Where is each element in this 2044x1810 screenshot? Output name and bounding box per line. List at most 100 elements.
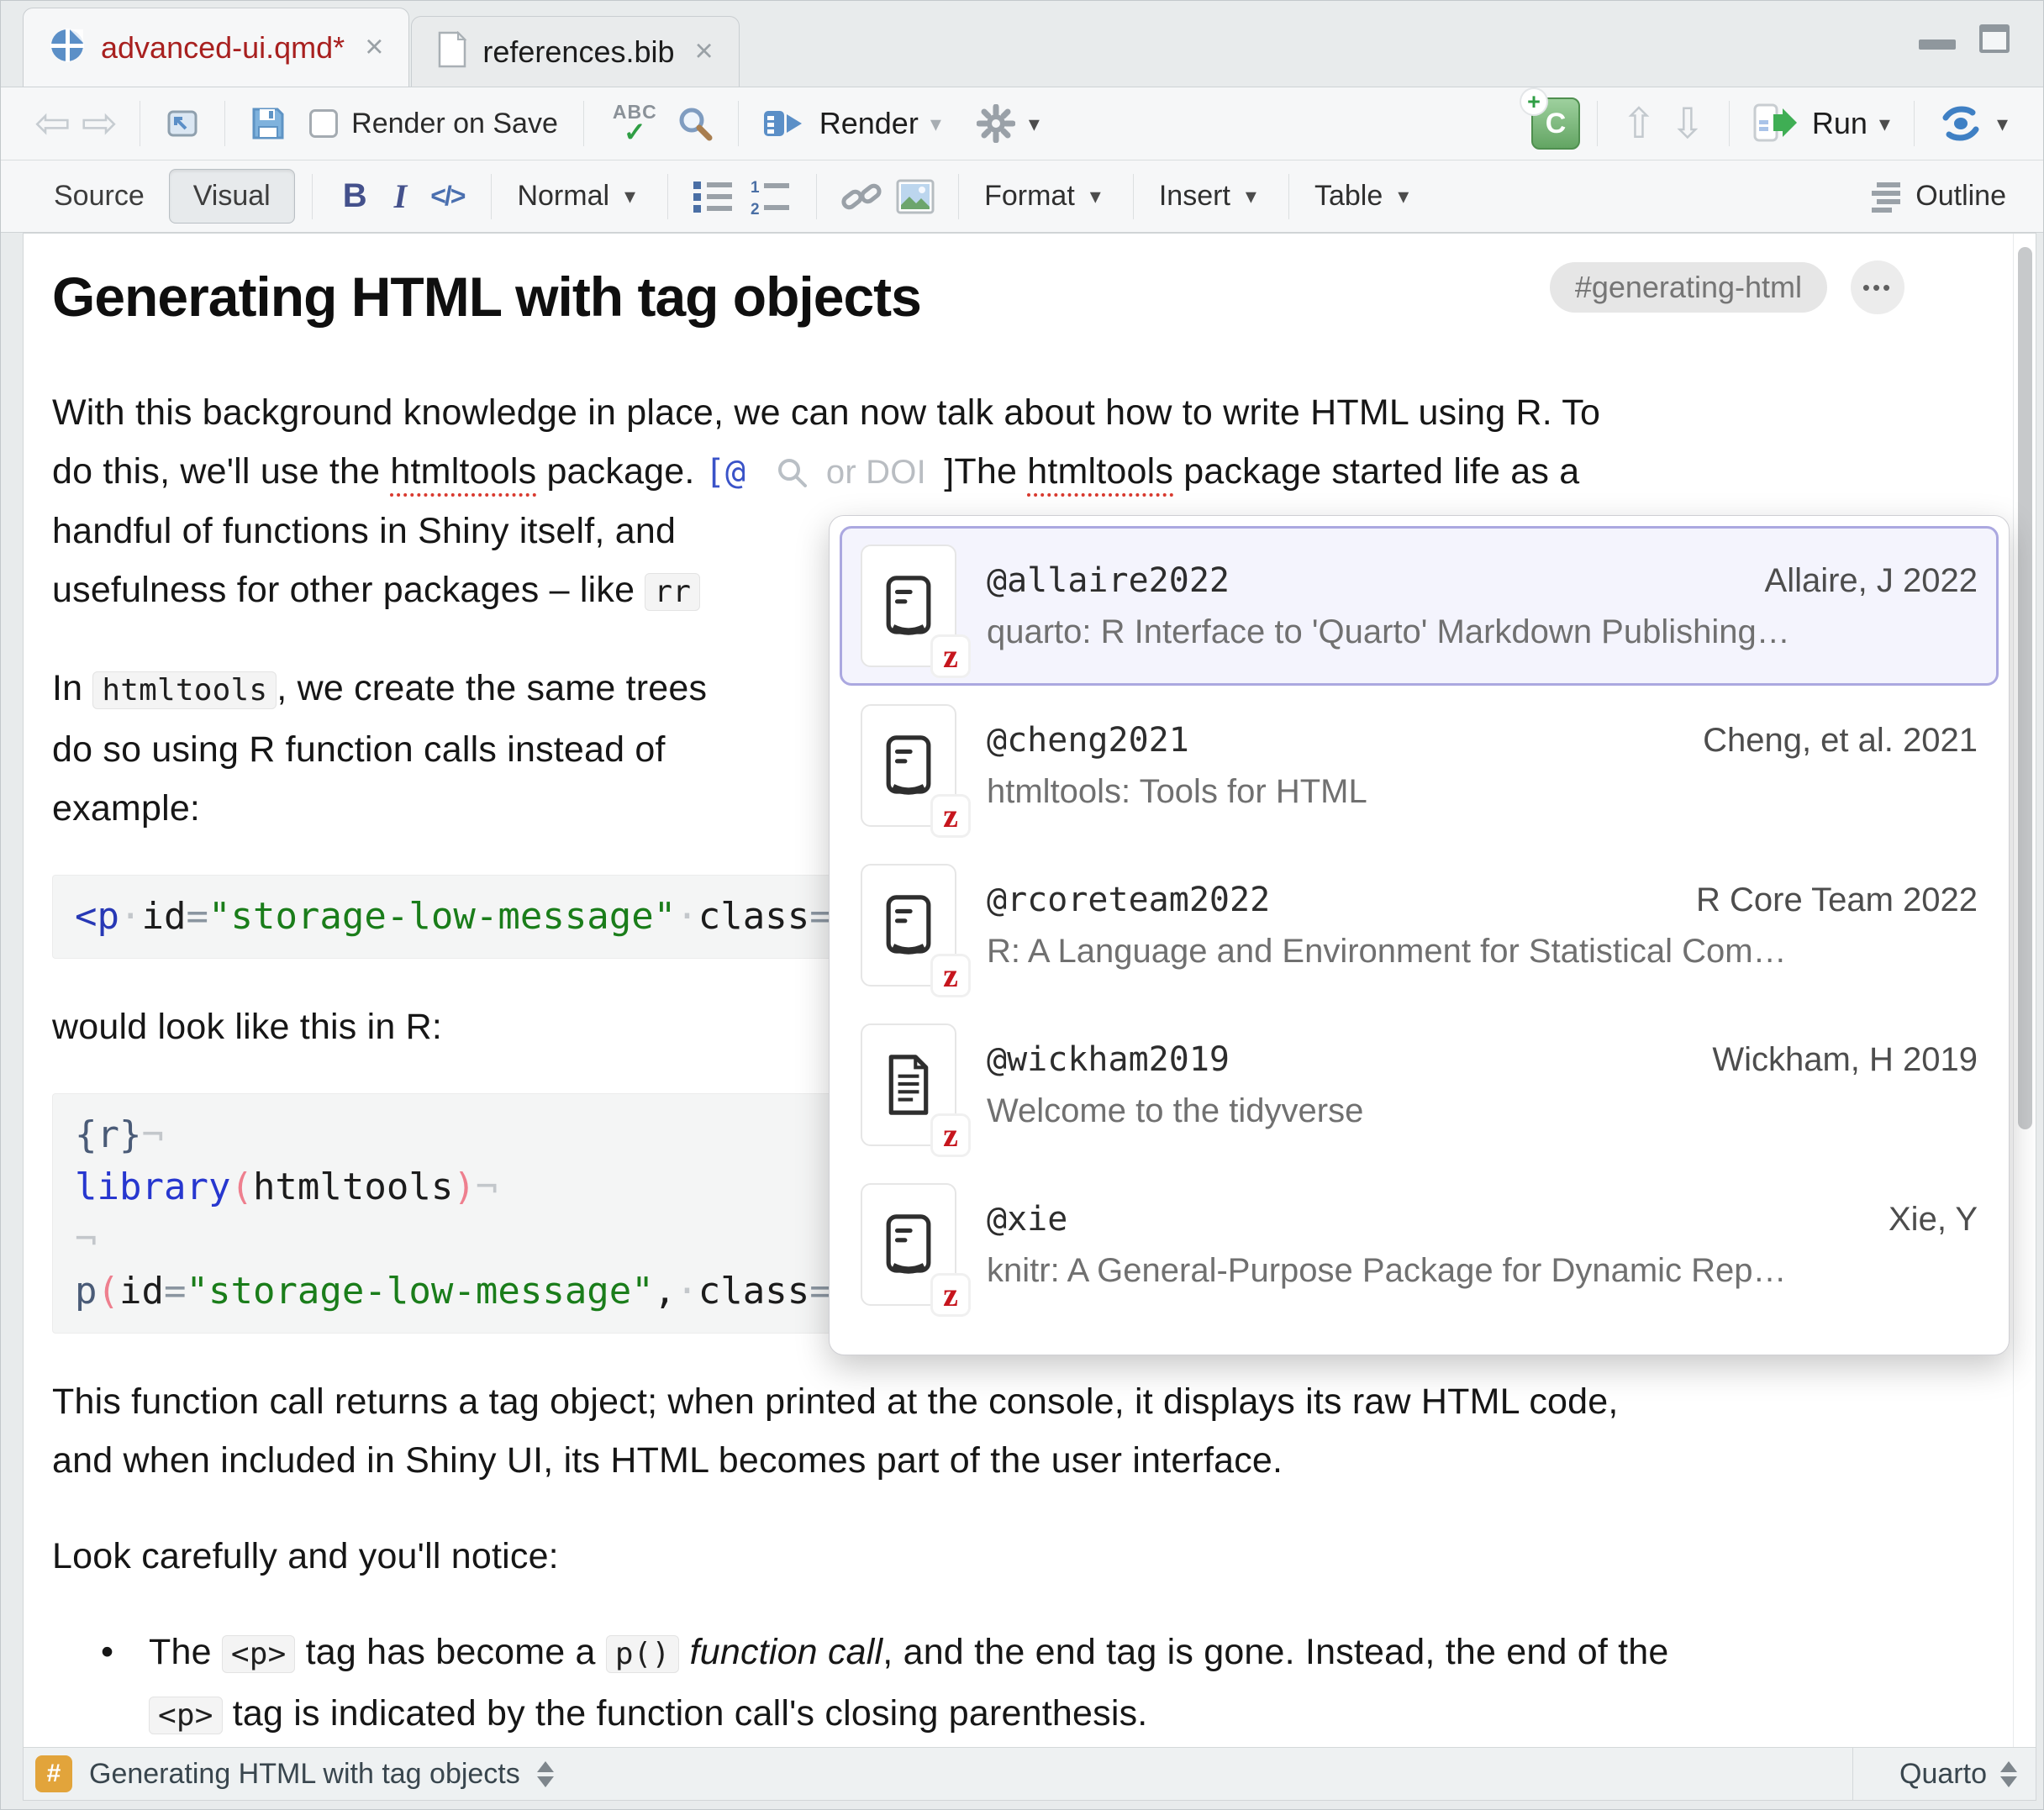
previous-chunk-icon[interactable]: ⇧: [1615, 103, 1663, 145]
next-chunk-icon[interactable]: ⇩: [1663, 103, 1712, 145]
section-navigation-selector[interactable]: # Generating HTML with tag objects: [24, 1748, 1852, 1800]
editor-status-bar: # Generating HTML with tag objects Quart…: [24, 1747, 2036, 1800]
forward-icon[interactable]: ⇨: [76, 102, 124, 145]
gear-icon[interactable]: [970, 104, 1022, 143]
text-segment: usefulness for other packages – like: [52, 570, 645, 610]
bullet-icon: •: [101, 1623, 113, 1681]
paragraph: Look carefully and you'll notice:: [52, 1527, 2002, 1586]
render-icon[interactable]: [756, 105, 814, 142]
citation-item[interactable]: z@wickham2019Wickham, H 2019Welcome to t…: [840, 1005, 1999, 1165]
rerun-options-caret-icon[interactable]: ▾: [1997, 111, 2008, 137]
emphasis-text: function call: [690, 1632, 883, 1672]
run-button[interactable]: Run: [1812, 106, 1868, 141]
text-segment: example:: [52, 788, 200, 829]
text-segment: do so using R function calls instead of: [52, 729, 666, 770]
text-line: With this background knowledge in place,…: [52, 383, 2002, 442]
check-icon: ✓: [624, 118, 646, 145]
image-icon[interactable]: [889, 179, 941, 214]
code-format-button[interactable]: </>: [420, 181, 474, 212]
citation-text: @cheng2021Cheng, et al. 2021htmltools: T…: [987, 721, 1978, 811]
spellcheck-icon[interactable]: ABC ✓: [613, 103, 657, 145]
format-menu[interactable]: Format ▾: [976, 180, 1116, 213]
text-segment: ·: [676, 1270, 698, 1313]
zotero-badge-icon: z: [933, 956, 968, 995]
separator: [1914, 101, 1915, 146]
vertical-scrollbar[interactable]: [2018, 247, 2032, 1129]
maximize-pane-icon[interactable]: [1979, 24, 2010, 53]
text-segment: With this background knowledge in place,…: [52, 392, 1600, 433]
bullet-list-icon[interactable]: [685, 178, 742, 215]
checkbox-box[interactable]: [309, 109, 338, 138]
minimize-pane-icon[interactable]: [1919, 39, 1956, 50]
visual-editor-content[interactable]: Generating HTML with tag objects #genera…: [24, 234, 2036, 1747]
visual-mode-button[interactable]: Visual: [169, 169, 295, 224]
heading-level-icon: #: [35, 1755, 72, 1792]
run-options-caret-icon[interactable]: ▾: [1879, 111, 1890, 137]
render-button[interactable]: Render: [819, 106, 919, 141]
text-segment: [679, 1632, 689, 1672]
citation-title: knitr: A General-Purpose Package for Dyn…: [987, 1252, 1978, 1290]
insert-menu[interactable]: Insert ▾: [1151, 180, 1272, 213]
scrollbar-gutter: [2013, 234, 2014, 1747]
rerun-source-icon[interactable]: [1931, 105, 1990, 142]
close-tab-icon[interactable]: ×: [360, 29, 383, 66]
separator: [1133, 174, 1134, 219]
separator: [491, 174, 492, 219]
run-icon[interactable]: [1746, 103, 1807, 144]
open-in-new-window-icon[interactable]: [157, 107, 208, 140]
text-segment: class: [698, 895, 809, 938]
text-segment: , we create the same trees: [277, 668, 707, 708]
close-tab-icon[interactable]: ×: [690, 34, 714, 70]
inline-code-span: <p>: [222, 1635, 296, 1673]
render-on-save-checkbox[interactable]: Render on Save: [309, 108, 558, 140]
citation-item[interactable]: z@allaire2022Allaire, J 2022quarto: R In…: [840, 526, 1999, 686]
citation-author: R Core Team 2022: [1696, 881, 1978, 919]
text-segment: class: [698, 1270, 809, 1313]
bold-button[interactable]: B: [329, 177, 381, 215]
outline-icon: [1870, 180, 1904, 213]
text-line: This function call returns a tag object;…: [52, 1372, 2002, 1431]
separator: [312, 174, 313, 219]
editor-tab-bar: advanced-ui.qmd* × references.bib ×: [23, 8, 2021, 87]
plus-icon: +: [1521, 89, 1546, 114]
citation-key: @xie: [987, 1200, 1067, 1239]
italic-button[interactable]: I: [381, 176, 421, 216]
block-options-button[interactable]: •••: [1851, 260, 1904, 314]
table-menu[interactable]: Table ▾: [1306, 180, 1424, 213]
section-id-badge: #generating-html: [1550, 262, 1827, 313]
paragraph: This function call returns a tag object;…: [52, 1372, 2002, 1490]
format-menu-label: Format: [984, 180, 1075, 213]
text-segment: htmltools: [253, 1165, 453, 1208]
paragraph-style-dropdown[interactable]: Normal ▾: [508, 180, 651, 213]
text-segment: ¬: [141, 1113, 164, 1156]
tab-advanced-ui-qmd[interactable]: advanced-ui.qmd* ×: [23, 8, 409, 87]
gear-options-caret-icon[interactable]: ▾: [1029, 111, 1040, 137]
source-mode-button[interactable]: Source: [29, 169, 169, 224]
text-segment: library: [75, 1165, 230, 1208]
svg-text:2: 2: [751, 201, 760, 215]
zotero-badge-icon: z: [933, 637, 968, 676]
link-icon[interactable]: [834, 178, 889, 215]
insert-menu-label: Insert: [1159, 180, 1230, 213]
document-mode-selector[interactable]: Quarto: [1852, 1748, 2036, 1800]
separator: [1729, 101, 1730, 146]
zotero-badge-icon: z: [933, 1116, 968, 1155]
numbered-list-icon[interactable]: 12: [742, 178, 799, 215]
render-on-save-label: Render on Save: [351, 108, 558, 140]
text-segment: "storage-low-message": [208, 895, 676, 938]
citation-item[interactable]: z @cheng2021Cheng, et al. 2021htmltools: …: [840, 686, 1999, 845]
render-options-caret-icon[interactable]: ▾: [930, 111, 941, 137]
tab-references-bib[interactable]: references.bib ×: [411, 16, 739, 87]
citation-item[interactable]: z@xieXie, Yknitr: A General-Purpose Pack…: [840, 1165, 1999, 1324]
citation-key: @allaire2022: [987, 561, 1230, 600]
separator: [738, 101, 739, 146]
back-icon[interactable]: ⇦: [29, 102, 76, 145]
separator: [667, 174, 668, 219]
citation-item[interactable]: z@rcoreteam2022R Core Team 2022R: A Lang…: [840, 845, 1999, 1005]
find-replace-icon[interactable]: [669, 104, 721, 143]
insert-chunk-icon[interactable]: C +: [1531, 97, 1580, 150]
citation-input[interactable]: [@ or DOI ]: [705, 443, 955, 502]
book-icon: z: [861, 704, 956, 827]
outline-toggle[interactable]: Outline: [1870, 180, 2015, 213]
save-icon[interactable]: [242, 104, 294, 143]
